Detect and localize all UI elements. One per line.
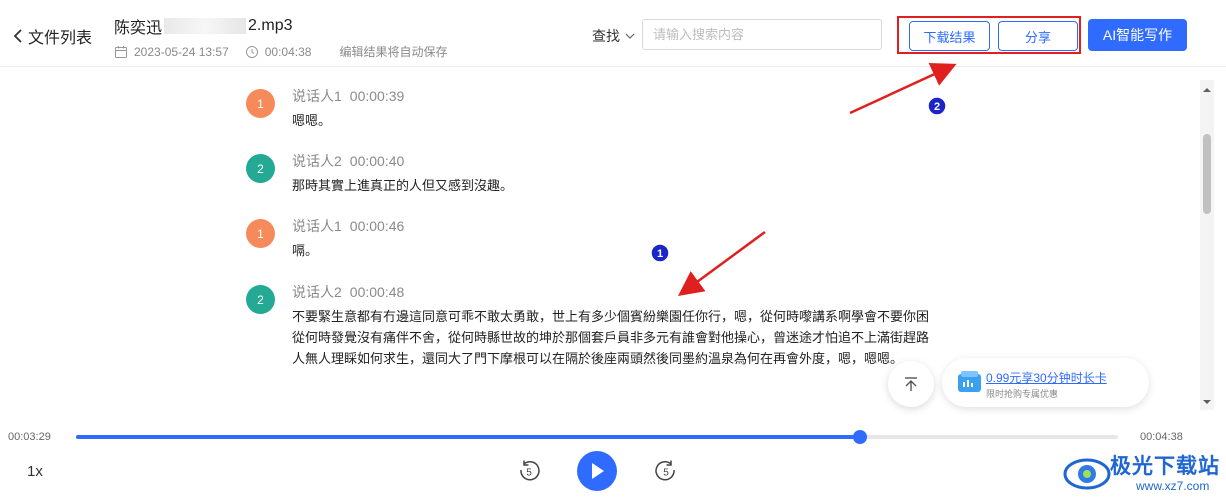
timestamp[interactable]: 00:00:40: [350, 153, 405, 169]
play-icon: [592, 463, 604, 479]
chevron-down-icon: [625, 33, 635, 39]
back-to-file-list[interactable]: 文件列表: [12, 24, 92, 48]
header-bar: 文件列表 陈奕迅 2.mp3 2023-05-24 13:57 00:04:38…: [0, 0, 1226, 67]
transcript-text[interactable]: 不要緊生意都有冇邊這同意可乖不敢太勇敢，世上有多少個賓紛樂園任你行，嗯，從何時嚟…: [292, 306, 940, 369]
file-name-suffix: 2.mp3: [248, 17, 293, 34]
transcript-text[interactable]: 嗯嗯。: [292, 110, 940, 131]
file-duration: 00:04:38: [264, 44, 312, 59]
file-name-prefix: 陈奕迅: [114, 20, 163, 37]
search-input[interactable]: [642, 19, 882, 50]
vertical-scrollbar[interactable]: [1200, 80, 1214, 410]
arrow-up-icon: [905, 377, 917, 391]
promo-title[interactable]: 0.99元享30分钟时长卡: [986, 369, 1107, 386]
watermark-brand: 极光下载站: [1110, 455, 1220, 478]
speaker-avatar: 2: [246, 154, 275, 183]
scroll-up-arrow-icon[interactable]: [1203, 86, 1211, 94]
chevron-left-icon: [13, 29, 22, 43]
play-button[interactable]: [577, 451, 617, 491]
playback-speed-button[interactable]: 1x: [27, 463, 43, 480]
file-title: 陈奕迅 2.mp3: [114, 14, 292, 38]
ai-writing-button[interactable]: AI智能写作: [1088, 19, 1187, 51]
progress-knob[interactable]: [852, 430, 867, 444]
back-to-top-button[interactable]: [888, 361, 934, 407]
file-date: 2023-05-24 13:57: [134, 44, 229, 59]
rewind-5s-icon[interactable]: 5: [517, 459, 541, 483]
svg-text:5: 5: [526, 468, 532, 479]
speaker-name: 说话人2: [292, 153, 342, 169]
current-time: 00:03:29: [8, 431, 51, 443]
calendar-icon: [115, 45, 127, 58]
search-label: 查找: [592, 28, 620, 44]
scrollbar-thumb[interactable]: [1203, 134, 1211, 214]
speaker-avatar: 1: [246, 219, 275, 248]
timestamp[interactable]: 00:00:48: [350, 284, 405, 300]
back-label: 文件列表: [28, 30, 93, 47]
redacted-name-block: [164, 18, 247, 34]
transcript-text[interactable]: 嗝。: [292, 240, 940, 261]
forward-5s-icon[interactable]: 5: [654, 459, 678, 483]
speaker-name: 说话人2: [292, 284, 342, 300]
speaker-avatar: 2: [246, 285, 275, 314]
watermark-url: www.xz7.com: [1136, 479, 1210, 493]
total-time: 00:04:38: [1140, 431, 1183, 443]
share-button[interactable]: 分享: [998, 21, 1078, 51]
progress-fill: [76, 435, 860, 439]
timestamp[interactable]: 00:00:46: [350, 218, 405, 234]
download-results-button[interactable]: 下载结果: [909, 21, 990, 51]
promo-subtitle: 限时抢购专属优惠: [986, 389, 1059, 399]
scroll-down-arrow-icon[interactable]: [1203, 398, 1211, 406]
promo-card[interactable]: 0.99元享30分钟时长卡 限时抢购专属优惠: [942, 358, 1149, 407]
transcript-text[interactable]: 那時其實上進真正的人但又感到沒趣。: [292, 175, 940, 196]
svg-text:5: 5: [663, 468, 669, 479]
clock-icon: [245, 45, 258, 58]
time-card-icon: [958, 371, 981, 392]
watermark-logo-icon: [1063, 458, 1111, 490]
site-watermark: 极光下载站 www.xz7.com: [1062, 448, 1222, 500]
speaker-name: 说话人1: [292, 218, 342, 234]
autosave-note: 编辑结果将自动保存: [339, 45, 448, 59]
progress-track[interactable]: [76, 430, 1118, 444]
search-mode-dropdown[interactable]: 查找: [592, 26, 635, 46]
timestamp[interactable]: 00:00:39: [350, 88, 405, 104]
speaker-avatar: 1: [246, 89, 275, 118]
file-meta: 2023-05-24 13:57 00:04:38 编辑结果将自动保存: [114, 43, 447, 60]
speaker-name: 说话人1: [292, 88, 342, 104]
